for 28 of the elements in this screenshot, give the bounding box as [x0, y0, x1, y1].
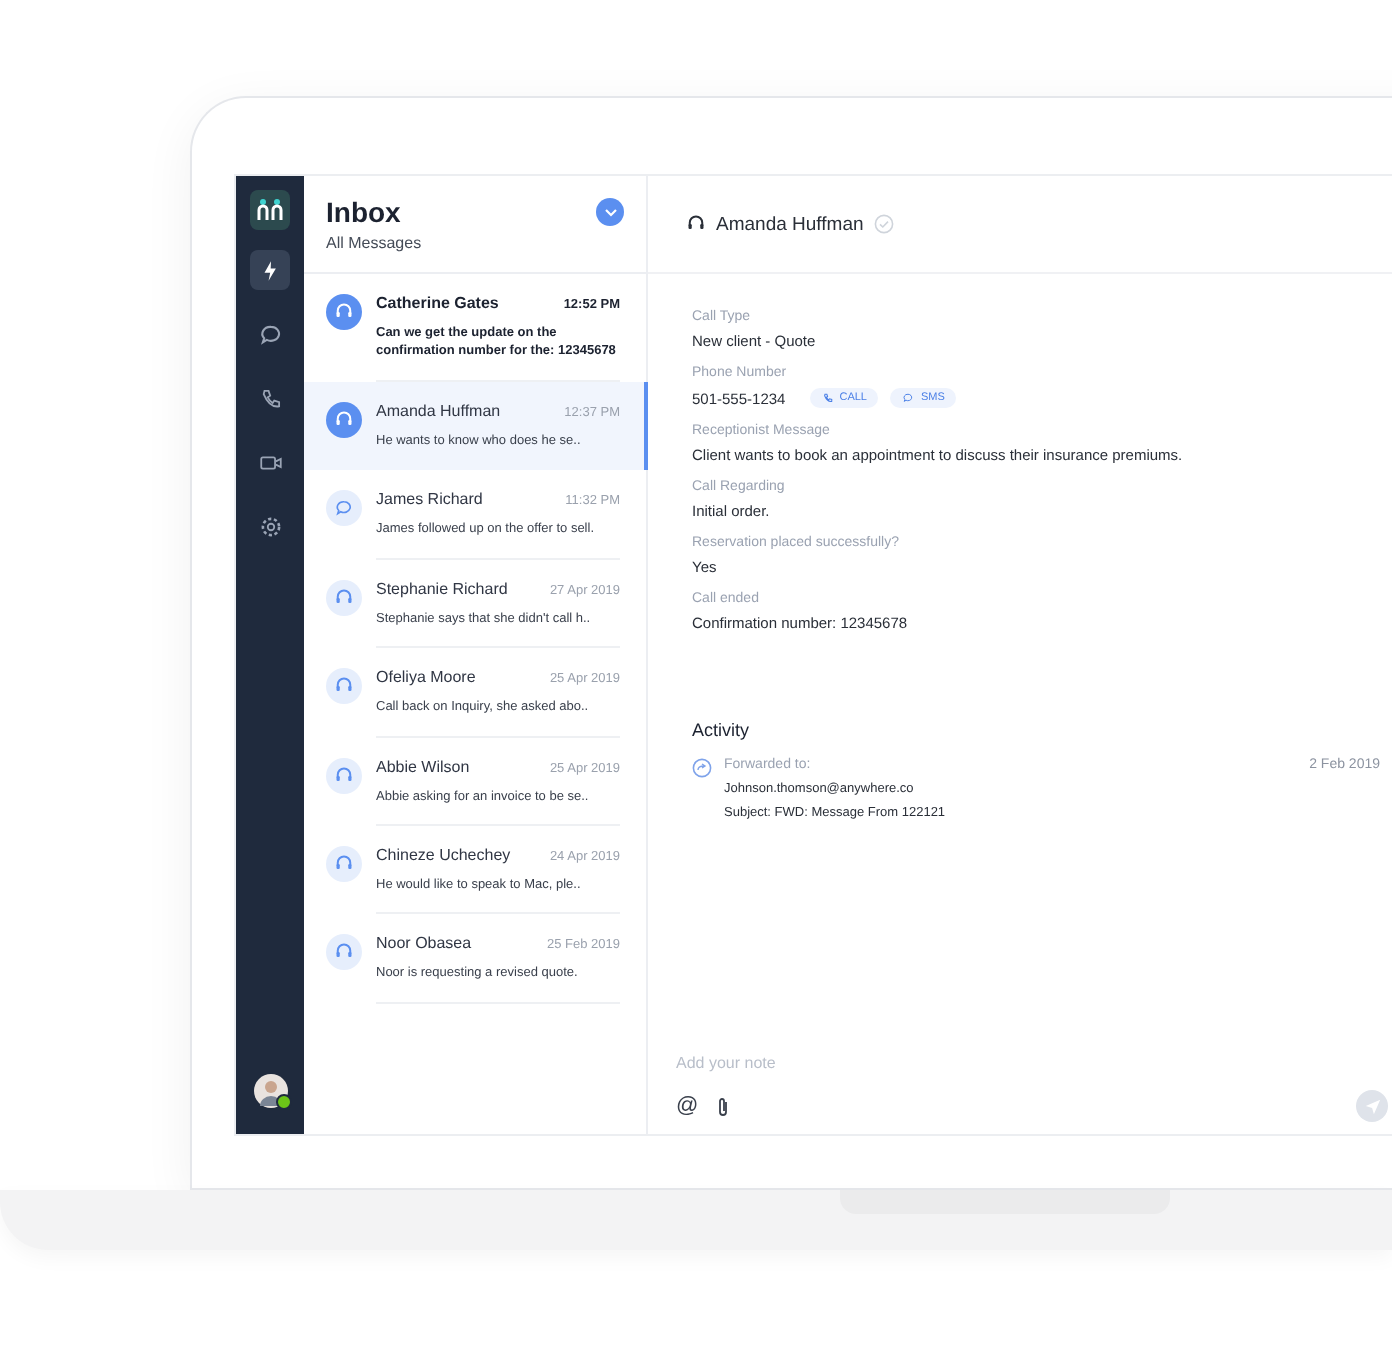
chat-icon: [257, 321, 283, 347]
mention-button[interactable]: @: [676, 1094, 699, 1118]
phone-icon: [257, 385, 283, 411]
check-circle-icon[interactable]: [873, 214, 894, 234]
chevron-down-icon: [603, 207, 617, 217]
headset-icon: [686, 214, 706, 234]
contact-name: Amanda Huffman: [716, 213, 864, 235]
sender-name: Noor Obasea: [376, 934, 472, 953]
filter-dropdown-button[interactable]: [596, 198, 624, 226]
inbox-subtitle: All Messages: [326, 234, 422, 252]
send-icon: [1363, 1097, 1381, 1115]
sender-name: James Richard: [376, 490, 483, 509]
sidebar-nav-item[interactable]: [250, 250, 290, 290]
chat-icon: [902, 392, 915, 404]
user-avatar[interactable]: [253, 1074, 287, 1108]
sender-name: Chineze Uchechey: [376, 845, 511, 864]
activity-heading: Activity: [692, 720, 752, 740]
sender-name: Catherine Gates: [376, 294, 499, 312]
phone-icon: [821, 392, 834, 404]
settings-icon: [257, 513, 283, 539]
sender-name: Abbie Wilson: [376, 757, 470, 776]
logo-icon: [250, 190, 290, 230]
paperclip-icon[interactable]: [716, 1095, 731, 1117]
sender-name: Amanda Huffman: [376, 401, 501, 420]
sender-name: Ofeliya Moore: [376, 668, 476, 687]
forward-icon: [692, 758, 712, 778]
inbox-title: Inbox: [326, 196, 403, 228]
sender-name: Stephanie Richard: [376, 579, 508, 598]
